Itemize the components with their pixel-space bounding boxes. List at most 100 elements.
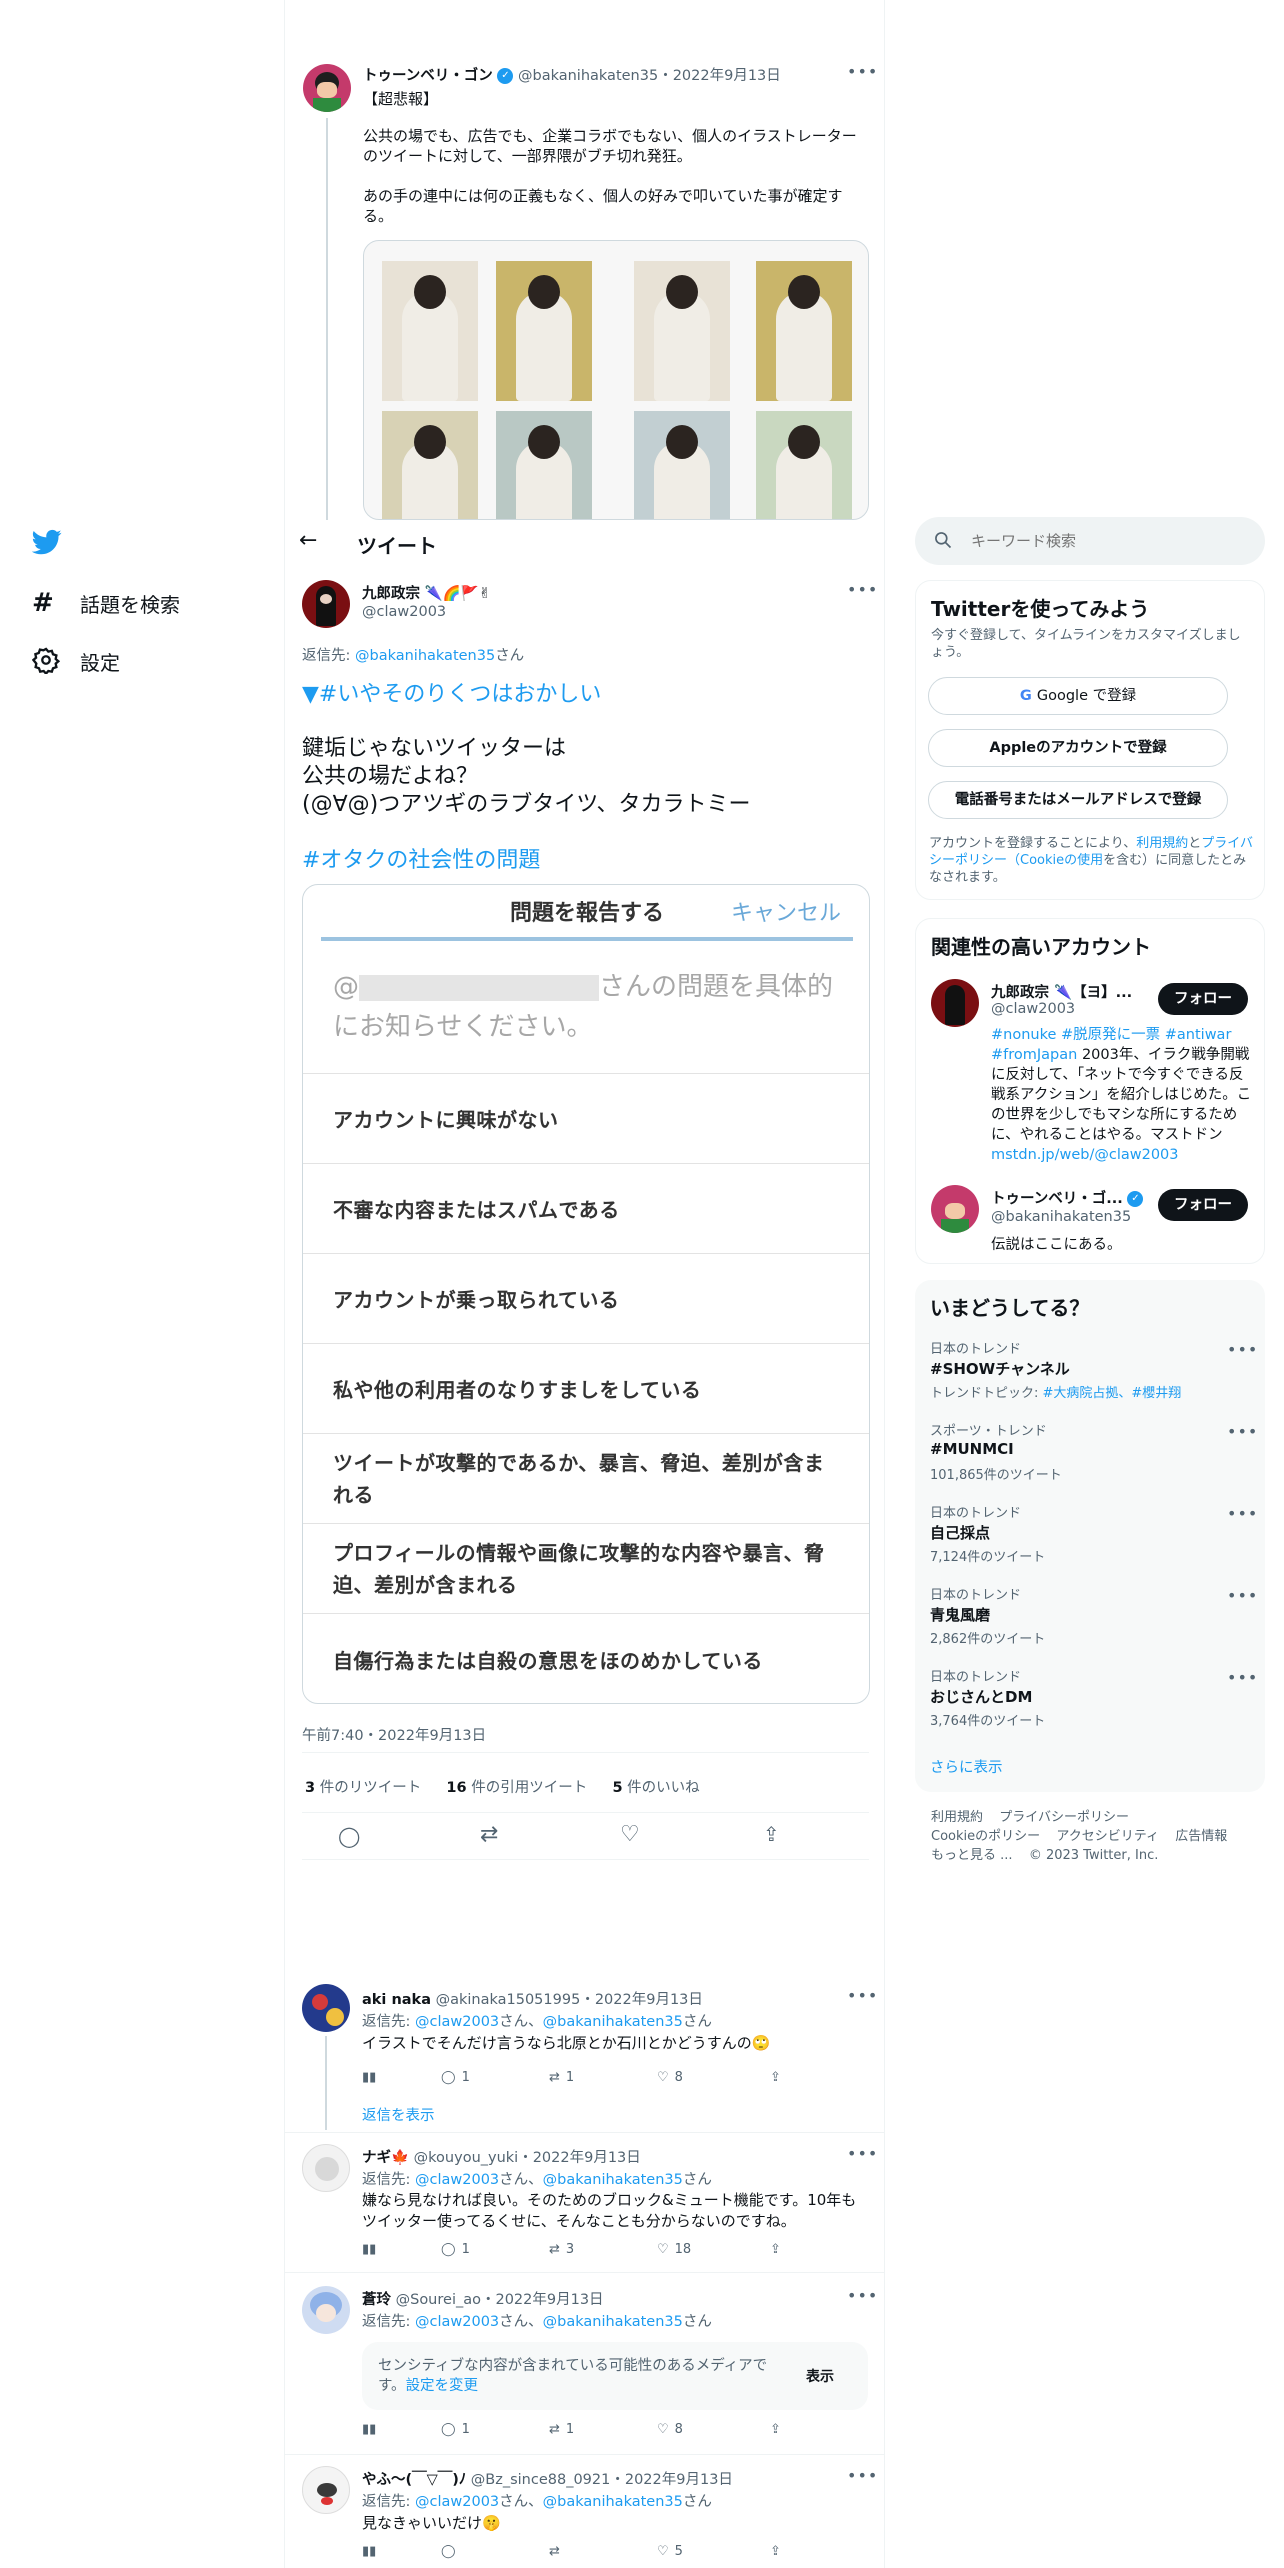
share-icon[interactable]: ⇪	[770, 2070, 781, 2085]
follow-button[interactable]: フォロー	[1158, 983, 1248, 1015]
like-action[interactable]: ♡ 8	[657, 2422, 683, 2437]
reply-icon[interactable]: ◯	[338, 1824, 360, 1848]
more-icon[interactable]: •••	[847, 2144, 878, 2163]
trend-item[interactable]: スポーツ・トレンド #MUNMCI 101,865件のツイート •••	[915, 1420, 1265, 1500]
reply-to-link[interactable]: @bakanihakaten35	[543, 2494, 683, 2510]
reply-to-link[interactable]: @claw2003	[415, 2494, 499, 2510]
tweet-date[interactable]: 2022年9月13日	[495, 2292, 603, 2308]
tweet-date[interactable]: 2022年9月13日	[673, 68, 781, 84]
footer-ads-link[interactable]: 広告情報	[1175, 1829, 1227, 1844]
more-icon[interactable]: •••	[847, 1986, 878, 2005]
tweet-date[interactable]: 2022年9月13日	[595, 1992, 703, 2008]
more-icon[interactable]: •••	[1227, 1668, 1258, 1687]
avatar[interactable]	[302, 580, 350, 628]
tweet-media[interactable]	[363, 240, 869, 520]
reply-to-link[interactable]: @bakanihakaten35	[543, 2172, 683, 2188]
reply-tweet[interactable]: ナギ🍁 @kouyou_yuki・2022年9月13日 ••• 返信先: @cl…	[285, 2132, 884, 2272]
quotes-stat[interactable]: 16 件の引用ツイート	[446, 1780, 587, 1796]
google-signup-button[interactable]: G Google で登録	[928, 677, 1228, 715]
account-name[interactable]: 九郎政宗 🌂【ヨ】...	[991, 981, 1151, 1002]
nav-settings[interactable]: 設定	[31, 643, 252, 679]
retweet-icon[interactable]: ⇄	[480, 1822, 498, 1847]
trend-item[interactable]: 日本のトレンド おじさんとDM 3,764件のツイート •••	[915, 1666, 1265, 1746]
author-name[interactable]: aki naka	[362, 1992, 431, 2008]
author-handle[interactable]: @kouyou_yuki	[414, 2150, 519, 2166]
avatar[interactable]	[303, 64, 351, 112]
account-name[interactable]: トゥーンベリ・ゴ...	[991, 1191, 1123, 1207]
retweet-action[interactable]: ⇄	[549, 2544, 560, 2559]
reply-to-link[interactable]: @bakanihakaten35	[355, 648, 495, 664]
author-name[interactable]: ナギ🍁	[362, 2150, 409, 2166]
tweet-timestamp[interactable]: 午前7:40・2022年9月13日	[302, 1724, 486, 1745]
footer-privacy-link[interactable]: プライバシーポリシー	[999, 1810, 1129, 1825]
author-handle[interactable]: @Sourei_ao	[396, 2292, 481, 2308]
reply-action[interactable]: ◯	[441, 2544, 456, 2559]
author-name[interactable]: 蒼玲	[362, 2292, 391, 2308]
views-icon[interactable]: ▮▮	[362, 2422, 376, 2437]
search-box[interactable]	[915, 517, 1265, 565]
avatar[interactable]	[302, 1984, 350, 2032]
reply-tweet[interactable]: aki naka @akinaka15051995・2022年9月13日 •••…	[285, 1970, 884, 2130]
retweets-stat[interactable]: 3 件のリツイート	[305, 1780, 421, 1796]
footer-accessibility-link[interactable]: アクセシビリティ	[1056, 1829, 1159, 1844]
avatar[interactable]	[302, 2286, 350, 2334]
more-icon[interactable]: •••	[847, 2466, 878, 2485]
trend-item[interactable]: 日本のトレンド #SHOWチャンネル トレンドトピック: #大病院占拠、#櫻井翔…	[915, 1338, 1265, 1418]
tweet-media-report-dialog[interactable]: 問題を報告する キャンセル @ さんの問題を具体的にお知らせください。 アカウント…	[302, 884, 870, 1704]
reply-action[interactable]: ◯ 1	[441, 2070, 470, 2085]
footer-terms-link[interactable]: 利用規約	[931, 1810, 983, 1825]
trend-item[interactable]: 日本のトレンド 自己採点 7,124件のツイート •••	[915, 1502, 1265, 1582]
share-icon[interactable]: ⇪	[770, 2242, 781, 2257]
more-icon[interactable]: •••	[847, 62, 878, 81]
author-name[interactable]: 九郎政宗	[362, 586, 420, 602]
views-icon[interactable]: ▮▮	[362, 2070, 376, 2085]
change-settings-link[interactable]: 設定を変更	[406, 2378, 479, 2394]
retweet-action[interactable]: ⇄ 1	[549, 2070, 574, 2085]
reply-to-link[interactable]: @bakanihakaten35	[543, 2314, 683, 2330]
reply-tweet[interactable]: 蒼玲 @Sourei_ao・2022年9月13日 ••• 返信先: @claw2…	[285, 2272, 884, 2452]
reply-action[interactable]: ◯ 1	[441, 2422, 470, 2437]
author-handle[interactable]: @akinaka15051995	[436, 1992, 581, 2008]
reply-action[interactable]: ◯ 1	[441, 2242, 470, 2257]
hashtag-link[interactable]: ▼#いやそのりくつはおかしい	[302, 676, 601, 708]
more-icon[interactable]: •••	[1227, 1586, 1258, 1605]
author-handle[interactable]: @claw2003	[362, 604, 446, 620]
likes-stat[interactable]: 5 件のいいね	[612, 1780, 699, 1796]
more-icon[interactable]: •••	[1227, 1340, 1258, 1359]
reply-to-link[interactable]: @claw2003	[415, 2172, 499, 2188]
like-icon[interactable]: ♡	[620, 1822, 640, 1847]
avatar[interactable]	[931, 1185, 979, 1233]
hashtag-link[interactable]: #オタクの社会性の問題	[302, 842, 540, 874]
follow-button[interactable]: フォロー	[1158, 1189, 1248, 1221]
share-icon[interactable]: ⇪	[763, 1822, 780, 1846]
apple-signup-button[interactable]: Appleのアカウントで登録	[928, 729, 1228, 767]
back-arrow-icon[interactable]: ←	[299, 528, 317, 553]
author-name[interactable]: やふ〜(￣▽￣)ﾉ	[362, 2472, 466, 2488]
nav-explore[interactable]: # 話題を検索	[32, 585, 252, 621]
account-handle[interactable]: @bakanihakaten35	[991, 1209, 1131, 1225]
reply-to-link[interactable]: @claw2003	[415, 2314, 499, 2330]
like-action[interactable]: ♡ 18	[657, 2242, 691, 2257]
more-icon[interactable]: •••	[1227, 1422, 1258, 1441]
more-icon[interactable]: •••	[1227, 1504, 1258, 1523]
reply-tweet[interactable]: やふ〜(￣▽￣)ﾉ @Bz_since88_0921・2022年9月13日 ••…	[285, 2454, 884, 2568]
terms-link[interactable]: 利用規約	[1136, 836, 1188, 851]
twitter-logo-icon[interactable]	[31, 527, 62, 557]
show-more-link[interactable]: さらに表示	[930, 1756, 1003, 1777]
more-icon[interactable]: •••	[847, 2286, 878, 2305]
trend-item[interactable]: 日本のトレンド 青鬼風磨 2,862件のツイート •••	[915, 1584, 1265, 1664]
author-name[interactable]: トゥーンベリ・ゴン	[363, 68, 493, 84]
retweet-action[interactable]: ⇄ 3	[549, 2242, 574, 2257]
share-icon[interactable]: ⇪	[770, 2544, 781, 2559]
views-icon[interactable]: ▮▮	[362, 2242, 376, 2257]
bio-link[interactable]: mstdn.jp/web/@claw2003	[991, 1147, 1179, 1163]
author-handle[interactable]: @Bz_since88_0921	[471, 2472, 611, 2488]
avatar[interactable]	[302, 2144, 350, 2192]
more-icon[interactable]: •••	[847, 580, 878, 599]
like-action[interactable]: ♡ 8	[657, 2070, 683, 2085]
reply-to-link[interactable]: @claw2003	[415, 2014, 499, 2030]
author-handle[interactable]: @bakanihakaten35	[518, 68, 658, 84]
avatar[interactable]	[931, 979, 979, 1027]
footer-cookie-link[interactable]: Cookieのポリシー	[931, 1829, 1040, 1844]
views-icon[interactable]: ▮▮	[362, 2544, 376, 2559]
